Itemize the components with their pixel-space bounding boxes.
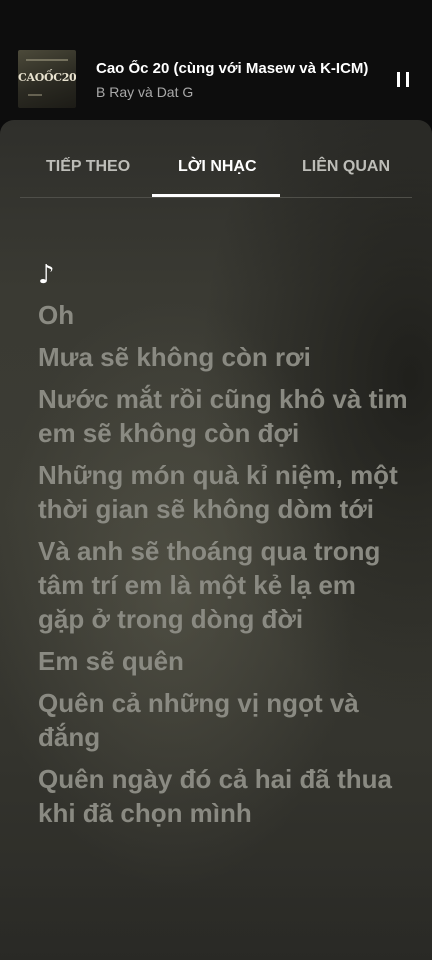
- lyrics-list[interactable]: ♪ Oh Mưa sẽ không còn rơi Nước mắt rồi c…: [38, 260, 408, 838]
- album-art-decoration: [26, 59, 68, 61]
- tab-divider: [20, 197, 412, 198]
- music-note-icon: ♪: [38, 260, 55, 290]
- pause-icon: [406, 72, 409, 87]
- lyric-line: Và anh sẽ thoáng qua trong tâm trí em là…: [38, 536, 381, 634]
- lyric-line: Mưa sẽ không còn rơi: [38, 342, 311, 372]
- lyrics-panel: TIẾP THEO LỜI NHẠC LIÊN QUAN ♪ Oh Mưa sẽ…: [0, 120, 432, 960]
- lyrics-fade-overlay: [0, 880, 432, 960]
- tab-up-next[interactable]: TIẾP THEO: [46, 158, 130, 176]
- lyric-line: Em sẽ quên: [38, 646, 184, 676]
- song-title[interactable]: Cao Ốc 20 (cùng với Masew và K-ICM): [96, 60, 372, 77]
- lyric-line: Quên ngày đó cả hai đã thua khi đã chọn …: [38, 764, 392, 828]
- tab-bar: TIẾP THEO LỜI NHẠC LIÊN QUAN: [0, 120, 432, 198]
- lyric-line: Quên cả những vị ngọt và đắng: [38, 688, 359, 752]
- mini-player[interactable]: CAOỐC20 Cao Ốc 20 (cùng với Masew và K-I…: [0, 0, 432, 120]
- pause-icon: [397, 72, 400, 87]
- album-art[interactable]: CAOỐC20: [18, 50, 76, 108]
- music-player-screen: CAOỐC20 Cao Ốc 20 (cùng với Masew và K-I…: [0, 0, 432, 960]
- lyric-line: Oh: [38, 300, 75, 330]
- tab-lyrics[interactable]: LỜI NHẠC: [178, 158, 257, 176]
- song-artist[interactable]: B Ray và Dat G: [96, 84, 372, 100]
- album-art-text: CAOỐC20: [18, 71, 76, 84]
- pause-button[interactable]: [388, 64, 418, 94]
- tab-related[interactable]: LIÊN QUAN: [302, 158, 390, 176]
- lyric-line: Những món quà kỉ niệm, một thời gian sẽ …: [38, 460, 398, 524]
- lyric-line: Nước mắt rồi cũng khô và tim em sẽ không…: [38, 384, 408, 448]
- album-art-decoration: [28, 94, 42, 96]
